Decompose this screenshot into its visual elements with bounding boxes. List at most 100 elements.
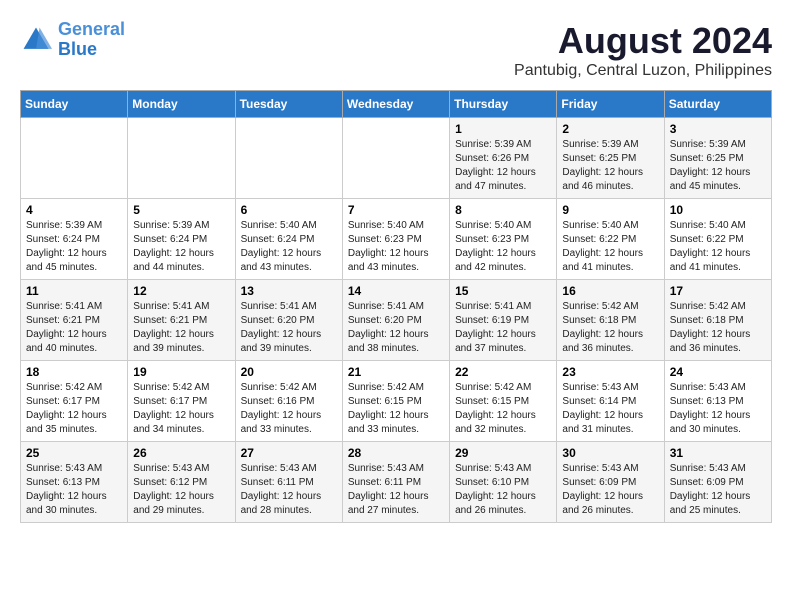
calendar-week-row: 18 Sunrise: 5:42 AM Sunset: 6:17 PM Dayli… xyxy=(21,361,772,442)
calendar-cell: 5 Sunrise: 5:39 AM Sunset: 6:24 PM Daylig… xyxy=(128,199,235,280)
day-number: 14 xyxy=(348,284,444,298)
calendar-cell: 16Sunrise: 5:42 AM Sunset: 6:18 PM Dayli… xyxy=(557,280,664,361)
day-info: Sunrise: 5:40 AM Sunset: 6:23 PM Dayligh… xyxy=(348,219,444,275)
day-number: 15 xyxy=(455,284,551,298)
calendar-cell: 14 Sunrise: 5:41 AM Sunset: 6:20 PM Dayli… xyxy=(342,280,449,361)
day-number: 13 xyxy=(241,284,337,298)
calendar-cell: 8Sunrise: 5:40 AM Sunset: 6:23 PM Daylig… xyxy=(450,199,557,280)
calendar-cell: 19 Sunrise: 5:42 AM Sunset: 6:17 PM Dayli… xyxy=(128,361,235,442)
calendar-cell: 4 Sunrise: 5:39 AM Sunset: 6:24 PM Daylig… xyxy=(21,199,128,280)
day-number: 27 xyxy=(241,446,337,460)
day-info: Sunrise: 5:43 AM Sunset: 6:13 PM Dayligh… xyxy=(670,381,766,437)
day-info: Sunrise: 5:40 AM Sunset: 6:24 PM Dayligh… xyxy=(241,219,337,275)
day-number: 29 xyxy=(455,446,551,460)
day-info: Sunrise: 5:42 AM Sunset: 6:15 PM Dayligh… xyxy=(455,381,551,437)
calendar-cell: 15Sunrise: 5:41 AM Sunset: 6:19 PM Dayli… xyxy=(450,280,557,361)
subtitle: Pantubig, Central Luzon, Philippines xyxy=(514,62,772,80)
day-info: Sunrise: 5:43 AM Sunset: 6:10 PM Dayligh… xyxy=(455,462,551,518)
day-number: 25 xyxy=(26,446,122,460)
calendar-cell: 20 Sunrise: 5:42 AM Sunset: 6:16 PM Dayli… xyxy=(235,361,342,442)
day-number: 12 xyxy=(133,284,229,298)
calendar-cell: 26Sunrise: 5:43 AM Sunset: 6:12 PM Dayli… xyxy=(128,442,235,523)
day-info: Sunrise: 5:43 AM Sunset: 6:12 PM Dayligh… xyxy=(133,462,229,518)
day-info: Sunrise: 5:43 AM Sunset: 6:09 PM Dayligh… xyxy=(670,462,766,518)
calendar-cell: 29 Sunrise: 5:43 AM Sunset: 6:10 PM Dayli… xyxy=(450,442,557,523)
logo: General Blue xyxy=(20,20,125,60)
calendar-cell xyxy=(21,118,128,199)
day-number: 21 xyxy=(348,365,444,379)
calendar-cell: 30 Sunrise: 5:43 AM Sunset: 6:09 PM Dayli… xyxy=(557,442,664,523)
calendar-cell: 17 Sunrise: 5:42 AM Sunset: 6:18 PM Dayli… xyxy=(664,280,771,361)
day-number: 19 xyxy=(133,365,229,379)
calendar-cell: 18Sunrise: 5:42 AM Sunset: 6:17 PM Dayli… xyxy=(21,361,128,442)
day-number: 11 xyxy=(26,284,122,298)
day-number: 17 xyxy=(670,284,766,298)
calendar-week-row: 25 Sunrise: 5:43 AM Sunset: 6:13 PM Dayli… xyxy=(21,442,772,523)
day-number: 30 xyxy=(562,446,658,460)
calendar-cell: 3 Sunrise: 5:39 AM Sunset: 6:25 PM Daylig… xyxy=(664,118,771,199)
day-number: 2 xyxy=(562,122,658,136)
day-info: Sunrise: 5:41 AM Sunset: 6:20 PM Dayligh… xyxy=(348,300,444,356)
days-of-week-row: SundayMondayTuesdayWednesdayThursdayFrid… xyxy=(21,91,772,118)
day-number: 4 xyxy=(26,203,122,217)
day-info: Sunrise: 5:43 AM Sunset: 6:11 PM Dayligh… xyxy=(241,462,337,518)
calendar-cell: 22 Sunrise: 5:42 AM Sunset: 6:15 PM Dayli… xyxy=(450,361,557,442)
day-info: Sunrise: 5:43 AM Sunset: 6:09 PM Dayligh… xyxy=(562,462,658,518)
day-number: 28 xyxy=(348,446,444,460)
calendar-cell: 13 Sunrise: 5:41 AM Sunset: 6:20 PM Dayli… xyxy=(235,280,342,361)
logo-text: General Blue xyxy=(58,20,125,60)
calendar-week-row: 4 Sunrise: 5:39 AM Sunset: 6:24 PM Daylig… xyxy=(21,199,772,280)
day-of-week-header: Monday xyxy=(128,91,235,118)
calendar-header: SundayMondayTuesdayWednesdayThursdayFrid… xyxy=(21,91,772,118)
day-of-week-header: Saturday xyxy=(664,91,771,118)
calendar-cell xyxy=(342,118,449,199)
day-info: Sunrise: 5:41 AM Sunset: 6:21 PM Dayligh… xyxy=(26,300,122,356)
day-number: 3 xyxy=(670,122,766,136)
day-number: 22 xyxy=(455,365,551,379)
day-info: Sunrise: 5:43 AM Sunset: 6:13 PM Dayligh… xyxy=(26,462,122,518)
day-info: Sunrise: 5:39 AM Sunset: 6:24 PM Dayligh… xyxy=(26,219,122,275)
day-info: Sunrise: 5:42 AM Sunset: 6:17 PM Dayligh… xyxy=(133,381,229,437)
calendar-cell: 2 Sunrise: 5:39 AM Sunset: 6:25 PM Daylig… xyxy=(557,118,664,199)
calendar-cell xyxy=(235,118,342,199)
logo-icon xyxy=(20,24,52,56)
calendar-cell: 25 Sunrise: 5:43 AM Sunset: 6:13 PM Dayli… xyxy=(21,442,128,523)
day-info: Sunrise: 5:42 AM Sunset: 6:16 PM Dayligh… xyxy=(241,381,337,437)
day-of-week-header: Wednesday xyxy=(342,91,449,118)
day-of-week-header: Friday xyxy=(557,91,664,118)
main-title: August 2024 xyxy=(514,20,772,62)
calendar-cell: 28 Sunrise: 5:43 AM Sunset: 6:11 PM Dayli… xyxy=(342,442,449,523)
day-info: Sunrise: 5:40 AM Sunset: 6:22 PM Dayligh… xyxy=(670,219,766,275)
day-info: Sunrise: 5:42 AM Sunset: 6:18 PM Dayligh… xyxy=(670,300,766,356)
day-info: Sunrise: 5:39 AM Sunset: 6:24 PM Dayligh… xyxy=(133,219,229,275)
day-number: 18 xyxy=(26,365,122,379)
day-number: 20 xyxy=(241,365,337,379)
calendar-cell: 11 Sunrise: 5:41 AM Sunset: 6:21 PM Dayli… xyxy=(21,280,128,361)
day-number: 5 xyxy=(133,203,229,217)
day-info: Sunrise: 5:41 AM Sunset: 6:20 PM Dayligh… xyxy=(241,300,337,356)
calendar-cell: 24Sunrise: 5:43 AM Sunset: 6:13 PM Dayli… xyxy=(664,361,771,442)
day-info: Sunrise: 5:39 AM Sunset: 6:25 PM Dayligh… xyxy=(562,138,658,194)
calendar-cell: 12Sunrise: 5:41 AM Sunset: 6:21 PM Dayli… xyxy=(128,280,235,361)
day-info: Sunrise: 5:42 AM Sunset: 6:15 PM Dayligh… xyxy=(348,381,444,437)
calendar-cell xyxy=(128,118,235,199)
calendar-cell: 7Sunrise: 5:40 AM Sunset: 6:23 PM Daylig… xyxy=(342,199,449,280)
day-info: Sunrise: 5:40 AM Sunset: 6:22 PM Dayligh… xyxy=(562,219,658,275)
day-of-week-header: Sunday xyxy=(21,91,128,118)
calendar-cell: 9Sunrise: 5:40 AM Sunset: 6:22 PM Daylig… xyxy=(557,199,664,280)
day-info: Sunrise: 5:39 AM Sunset: 6:26 PM Dayligh… xyxy=(455,138,551,194)
page-header: General Blue August 2024 Pantubig, Centr… xyxy=(20,20,772,80)
day-info: Sunrise: 5:43 AM Sunset: 6:14 PM Dayligh… xyxy=(562,381,658,437)
calendar-cell: 27 Sunrise: 5:43 AM Sunset: 6:11 PM Dayli… xyxy=(235,442,342,523)
title-block: August 2024 Pantubig, Central Luzon, Phi… xyxy=(514,20,772,80)
calendar-cell: 21 Sunrise: 5:42 AM Sunset: 6:15 PM Dayli… xyxy=(342,361,449,442)
calendar-cell: 10Sunrise: 5:40 AM Sunset: 6:22 PM Dayli… xyxy=(664,199,771,280)
day-number: 31 xyxy=(670,446,766,460)
calendar-cell: 23 Sunrise: 5:43 AM Sunset: 6:14 PM Dayli… xyxy=(557,361,664,442)
day-info: Sunrise: 5:39 AM Sunset: 6:25 PM Dayligh… xyxy=(670,138,766,194)
day-info: Sunrise: 5:43 AM Sunset: 6:11 PM Dayligh… xyxy=(348,462,444,518)
day-number: 23 xyxy=(562,365,658,379)
day-of-week-header: Tuesday xyxy=(235,91,342,118)
calendar-table: SundayMondayTuesdayWednesdayThursdayFrid… xyxy=(20,90,772,523)
calendar-week-row: 11 Sunrise: 5:41 AM Sunset: 6:21 PM Dayli… xyxy=(21,280,772,361)
